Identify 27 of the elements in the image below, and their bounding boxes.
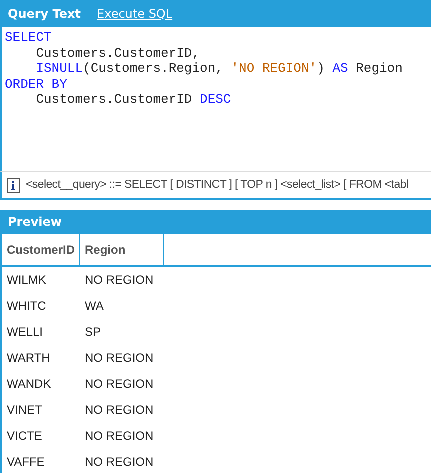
code-line: Customers.CustomerID DESC [35, 92, 232, 108]
table-cell-text: NO REGION [84, 429, 155, 443]
code-line: ORDER BY [5, 76, 68, 92]
column-header[interactable]: Region [80, 234, 164, 265]
table-cell-text: NO REGION [84, 351, 155, 365]
table-cell-text: NO REGION [84, 403, 155, 417]
table-cell-text: WHITC [6, 299, 48, 313]
table-cell-text: WELLI [6, 325, 44, 339]
code-line: SELECT [5, 30, 53, 46]
table-cell-text: NO REGION [84, 273, 155, 287]
table-cell-text: WILMK [6, 273, 48, 287]
table-cell-text: VINET [6, 403, 44, 417]
table-cell-text: NO REGION [84, 455, 155, 469]
table-cell-text: VICTE [6, 429, 44, 443]
table-cell-text: NO REGION [84, 377, 155, 391]
code-line: ISNULL(Customers.Region, 'NO REGION') AS Region [35, 61, 404, 77]
table-cell-text: SP [84, 325, 102, 339]
info-icon [7, 178, 20, 192]
table-cell-text: WA [84, 299, 105, 313]
table-cell-text: WANDK [6, 377, 52, 391]
sql-editor[interactable]: SELECT Customers.CustomerID, ISNULL(Customers.Region, 'NO REGION') AS Region ORDER BY Customers.CustomerID DESC [0, 27, 431, 172]
preview-title: Preview [0, 210, 431, 234]
column-header[interactable]: CustomerID [2, 234, 80, 265]
table-cell-text: WARTH [6, 351, 52, 365]
syntax-hint: <select__query> ::= SELECT [ DISTINCT ] [ TOP n ] <select_list> [ FROM <tabl [26, 179, 409, 191]
code-line: Customers.CustomerID, [35, 46, 202, 62]
table-cell-text: VAFFE [6, 455, 46, 469]
